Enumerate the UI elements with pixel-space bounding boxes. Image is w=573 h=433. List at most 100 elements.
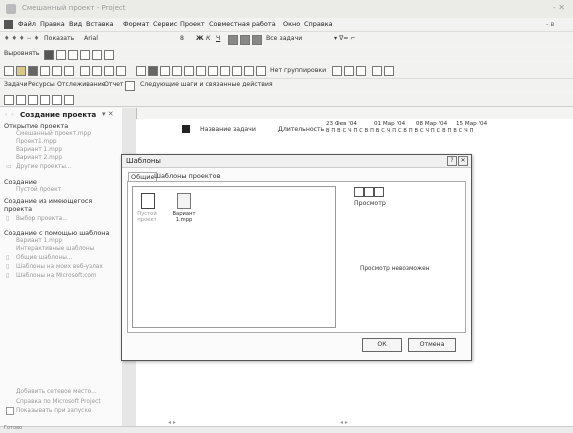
template-file-2[interactable]: Вариант 1.mpp bbox=[171, 211, 197, 223]
dialog-close-button[interactable]: ✕ bbox=[458, 156, 468, 166]
autofilter-icon[interactable]: ▾ ∇= ⌐ bbox=[334, 35, 356, 42]
blank-project-icon[interactable] bbox=[141, 193, 155, 209]
open-icon[interactable] bbox=[16, 66, 26, 76]
menu-file[interactable]: Файл bbox=[18, 20, 36, 28]
print-icon[interactable] bbox=[40, 66, 50, 76]
scroll-right-icon[interactable]: ◂ ▸ bbox=[340, 419, 348, 426]
recent-file-2[interactable]: Проект1.mpp bbox=[16, 139, 57, 145]
help-icon[interactable] bbox=[384, 66, 394, 76]
variant-file-icon[interactable] bbox=[177, 193, 191, 209]
guide-resources[interactable]: Ресурсы bbox=[28, 81, 55, 88]
ok-button[interactable]: ОК bbox=[362, 338, 402, 352]
show-at-startup-checkbox[interactable] bbox=[6, 407, 14, 415]
preview-icon[interactable] bbox=[52, 66, 62, 76]
publish-icon[interactable] bbox=[232, 66, 242, 76]
undo-icon[interactable] bbox=[116, 66, 126, 76]
view-btn-5-icon[interactable] bbox=[52, 95, 62, 105]
align-center-icon[interactable] bbox=[240, 35, 250, 45]
task-pane-close-icon[interactable]: ▾ ✕ bbox=[102, 110, 114, 118]
column-duration[interactable]: Длительность bbox=[278, 126, 324, 133]
blank-project-link[interactable]: Пустой проект bbox=[16, 187, 61, 193]
tracking-icon[interactable] bbox=[44, 50, 54, 60]
template-item-5[interactable]: Шаблоны на Microsoft.com bbox=[16, 273, 97, 279]
menu-view[interactable]: Вид bbox=[69, 20, 82, 28]
filter-select[interactable]: Все задачи bbox=[266, 35, 302, 42]
show-dropdown[interactable]: Показать bbox=[44, 35, 74, 42]
unlink-tasks-icon[interactable] bbox=[160, 66, 170, 76]
template-item-3[interactable]: Общие шаблоны... bbox=[16, 255, 72, 261]
dialog-help-button[interactable]: ? bbox=[447, 156, 457, 166]
choose-project-link[interactable]: Выбор проекта... bbox=[16, 216, 68, 222]
recent-file-1[interactable]: Смешанный проект.mpp bbox=[16, 131, 91, 137]
view-btn-3-icon[interactable] bbox=[28, 95, 38, 105]
percent-icon[interactable] bbox=[80, 50, 90, 60]
cut-icon[interactable] bbox=[80, 66, 90, 76]
copy-wizard-icon[interactable] bbox=[372, 66, 382, 76]
template-item-1[interactable]: Вариант 1.mpp bbox=[16, 238, 62, 244]
cancel-button[interactable]: Отмена bbox=[408, 338, 456, 352]
font-select[interactable]: Arial bbox=[84, 35, 98, 42]
menu-project[interactable]: Проект bbox=[180, 20, 205, 28]
large-icons-view-icon[interactable] bbox=[354, 187, 364, 197]
recent-file-3[interactable]: Вариант 1.mpp bbox=[16, 147, 62, 153]
view-btn-1-icon[interactable] bbox=[4, 95, 14, 105]
zoom-in-icon[interactable] bbox=[332, 66, 342, 76]
align-right-icon[interactable] bbox=[252, 35, 262, 45]
go-to-task-icon[interactable] bbox=[356, 66, 366, 76]
links-icon[interactable] bbox=[104, 50, 114, 60]
list-view-icon[interactable] bbox=[364, 187, 374, 197]
paste-icon[interactable] bbox=[104, 66, 114, 76]
grid-icon[interactable] bbox=[244, 66, 254, 76]
details-view-icon[interactable] bbox=[374, 187, 384, 197]
italic-button[interactable]: К bbox=[206, 35, 210, 42]
menu-edit[interactable]: Правка bbox=[40, 20, 65, 28]
group-select[interactable]: Нет группировки bbox=[270, 67, 326, 74]
link-tasks-icon[interactable] bbox=[148, 66, 158, 76]
progress-icon[interactable] bbox=[56, 50, 66, 60]
guide-next-steps[interactable]: Следующие шаги и связанные действия bbox=[140, 81, 273, 88]
menu-window[interactable]: Окно bbox=[283, 20, 300, 28]
project-help-link[interactable]: Справка по Microsoft Project bbox=[16, 399, 101, 405]
help-corner[interactable]: - в bbox=[546, 20, 554, 28]
window-controls[interactable]: - ✕ bbox=[553, 3, 565, 12]
tab-project-templates[interactable]: Шаблоны проектов bbox=[154, 172, 220, 180]
align-left-icon[interactable] bbox=[228, 35, 238, 45]
view-btn-6-icon[interactable] bbox=[64, 95, 74, 105]
recent-file-4[interactable]: Вариант 2.mpp bbox=[16, 155, 62, 161]
guide-report[interactable]: Отчет bbox=[104, 81, 124, 88]
menu-help[interactable]: Справка bbox=[304, 20, 333, 28]
menu-insert[interactable]: Вставка bbox=[86, 20, 114, 28]
view-btn-2-icon[interactable] bbox=[16, 95, 26, 105]
level-button[interactable]: Выровнять bbox=[4, 50, 40, 57]
scroll-left-icon[interactable]: ◂ ▸ bbox=[168, 419, 176, 426]
task-notes-icon[interactable] bbox=[196, 66, 206, 76]
outline-arrows-icon[interactable]: ♦ ♦ ♦ − ♦ bbox=[4, 35, 39, 42]
more-projects-link[interactable]: Другие проекты... bbox=[16, 164, 71, 170]
menu-collaborate[interactable]: Совместная работа bbox=[209, 20, 276, 28]
template-file-1[interactable]: Пустой проект bbox=[135, 211, 159, 223]
update-icon[interactable] bbox=[68, 50, 78, 60]
copy-icon[interactable] bbox=[92, 66, 102, 76]
guide-tracking[interactable]: Отслеживание bbox=[57, 81, 106, 88]
template-item-2[interactable]: Интерактивные шаблоны bbox=[16, 246, 94, 252]
add-network-place-link[interactable]: Добавить сетевое место... bbox=[16, 389, 97, 395]
pivot-icon[interactable] bbox=[256, 66, 266, 76]
save-icon[interactable] bbox=[28, 66, 38, 76]
task-info-icon[interactable] bbox=[184, 66, 194, 76]
template-item-4[interactable]: Шаблоны на моих веб-узлах bbox=[16, 264, 103, 270]
reschedule-icon[interactable] bbox=[92, 50, 102, 60]
copy-picture-icon[interactable] bbox=[220, 66, 230, 76]
assign-resources-icon[interactable] bbox=[208, 66, 218, 76]
task-pane-nav-icon[interactable]: ◦ ◦ bbox=[4, 111, 14, 119]
split-task-icon[interactable] bbox=[172, 66, 182, 76]
bold-button[interactable]: Ж bbox=[196, 35, 204, 42]
menu-tools[interactable]: Сервис bbox=[153, 20, 177, 28]
underline-button[interactable]: Ч bbox=[216, 35, 220, 42]
new-icon[interactable] bbox=[4, 66, 14, 76]
hyperlink-icon[interactable] bbox=[136, 66, 146, 76]
font-size-select[interactable]: 8 bbox=[180, 35, 184, 42]
zoom-out-icon[interactable] bbox=[344, 66, 354, 76]
menu-format[interactable]: Формат bbox=[123, 20, 149, 28]
view-btn-4-icon[interactable] bbox=[40, 95, 50, 105]
guide-tasks[interactable]: Задачи bbox=[4, 81, 28, 88]
